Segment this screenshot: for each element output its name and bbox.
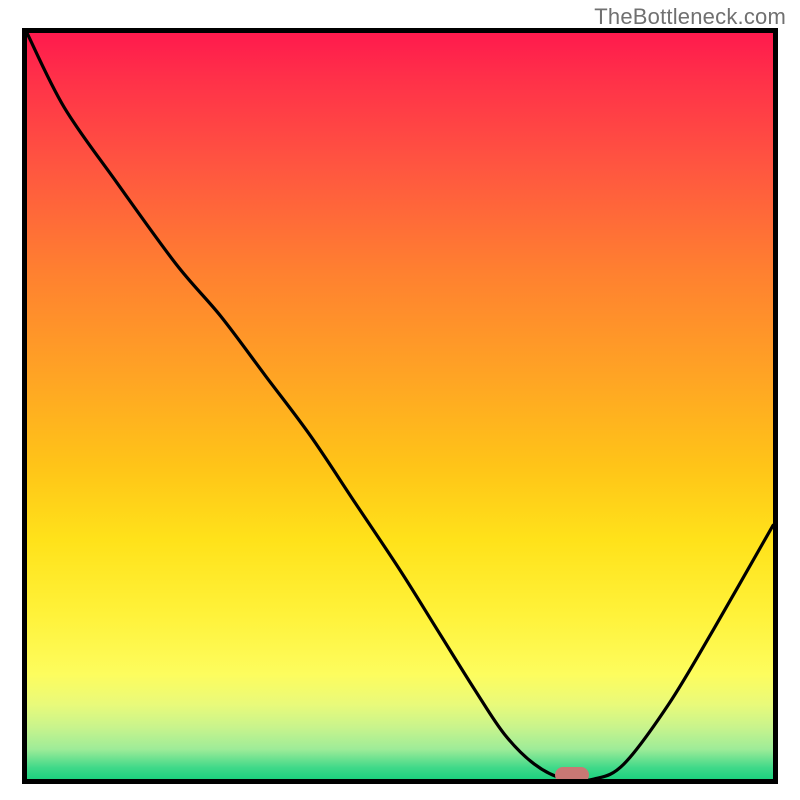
watermark-text: TheBottleneck.com xyxy=(594,4,786,30)
optimum-marker xyxy=(555,767,589,783)
curve-svg xyxy=(27,33,773,779)
bottleneck-curve xyxy=(27,33,773,779)
plot-frame xyxy=(22,28,778,784)
chart-container: TheBottleneck.com xyxy=(0,0,800,800)
